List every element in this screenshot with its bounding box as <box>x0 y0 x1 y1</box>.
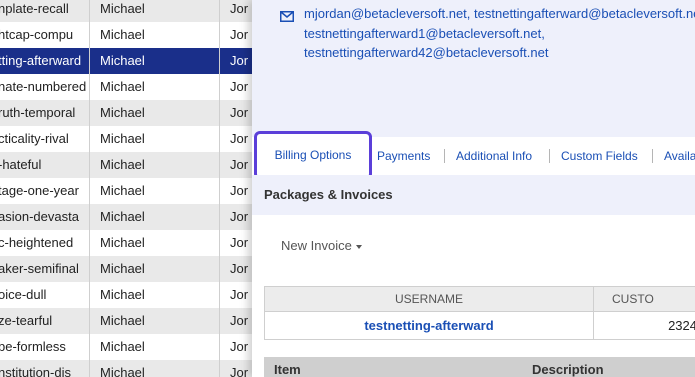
last-name-cell: Jor <box>230 183 249 198</box>
first-name-cell: Michael <box>100 365 145 377</box>
email-separator: , <box>466 6 471 21</box>
last-name-cell: Jor <box>230 287 249 302</box>
email-line: testnettingafterward1@betacleversoft.net… <box>304 26 545 41</box>
caret-down-icon <box>355 244 362 249</box>
tab-additional-info[interactable]: Additional Info <box>456 137 532 175</box>
username-link[interactable]: testnetting-afterward <box>265 312 593 339</box>
email-link[interactable]: testnettingafterward@betacleversoft.net <box>474 6 695 21</box>
tab-divider <box>444 149 445 163</box>
tab-availability[interactable]: Availab <box>664 137 695 175</box>
items-table-header: Item Description <box>264 357 695 377</box>
column-header-item: Item <box>274 362 301 377</box>
customer-list: nstitution-dis Michael Jor be-formless Micha… <box>0 0 252 377</box>
first-name-cell: Michael <box>100 209 145 224</box>
customer-username-cell: nplate-recall <box>0 1 69 16</box>
last-name-cell: Jor <box>230 313 249 328</box>
first-name-cell: Michael <box>100 131 145 146</box>
tab-billing-options[interactable]: Billing Options <box>254 131 372 180</box>
email-separator: , <box>541 26 545 41</box>
column-header-description: Description <box>532 362 604 377</box>
customer-id-cell: 2324 <box>593 312 695 339</box>
email-link[interactable]: mjordan@betacleversoft.net <box>304 6 467 21</box>
customer-username-cell: tage-one-year <box>0 183 79 198</box>
first-name-cell: Michael <box>100 53 145 68</box>
packages-table: USERNAME CUSTO testnetting-afterward 232… <box>264 286 695 340</box>
customer-username-cell: be-formless <box>0 339 66 354</box>
table-row[interactable]: aker-semifinal Michael Jor <box>0 256 252 282</box>
first-name-cell: Michael <box>100 287 145 302</box>
last-name-cell: Jor <box>230 131 249 146</box>
tab-billing-options-label: Billing Options <box>274 148 352 162</box>
customer-username-cell: tting-afterward <box>0 53 82 68</box>
table-row[interactable]: be-formless Michael Jor <box>0 334 252 360</box>
last-name-cell: Jor <box>230 79 249 94</box>
first-name-cell: Michael <box>100 261 145 276</box>
table-row: testnetting-afterward 2324 <box>264 312 695 340</box>
mail-icon <box>280 9 294 22</box>
column-header-customer: CUSTO <box>593 287 695 311</box>
table-row[interactable]: tting-afterward Michael Jor <box>0 48 252 74</box>
table-row[interactable]: ruth-temporal Michael Jor <box>0 100 252 126</box>
customer-username-cell: cticality-rival <box>0 131 69 146</box>
section-title: Packages & Invoices <box>264 187 393 202</box>
table-row[interactable]: asion-devasta Michael Jor <box>0 204 252 230</box>
last-name-cell: Jor <box>230 209 249 224</box>
last-name-cell: Jor <box>230 157 249 172</box>
customer-username-cell: ruth-temporal <box>0 105 76 120</box>
table-header: USERNAME CUSTO <box>264 286 695 312</box>
customer-detail-panel: mjordan@betacleversoft.net, testnettinga… <box>252 0 695 377</box>
email-line: mjordan@betacleversoft.net, testnettinga… <box>304 6 695 21</box>
first-name-cell: Michael <box>100 1 145 16</box>
customer-username-cell: oice-dull <box>0 287 47 302</box>
table-row[interactable]: htcap-compu Michael Jor <box>0 22 252 48</box>
first-name-cell: Michael <box>100 27 145 42</box>
first-name-cell: Michael <box>100 183 145 198</box>
email-link[interactable]: testnettingafterward1@betacleversoft.net <box>304 26 541 41</box>
table-row[interactable]: tage-one-year Michael Jor <box>0 178 252 204</box>
last-name-cell: Jor <box>230 261 249 276</box>
customer-username-cell: asion-devasta <box>0 209 79 224</box>
first-name-cell: Michael <box>100 313 145 328</box>
table-row[interactable]: ze-tearful Michael Jor <box>0 308 252 334</box>
last-name-cell: Jor <box>230 235 249 250</box>
customer-username-cell: c-heightened <box>0 235 74 250</box>
tab-payments[interactable]: Payments <box>377 137 430 175</box>
table-row[interactable]: nstitution-dis Michael Jor <box>0 360 252 377</box>
last-name-cell: Jor <box>230 365 249 377</box>
customer-username-cell: aker-semifinal <box>0 261 79 276</box>
table-row[interactable]: nplate-recall Michael Jor <box>0 0 252 22</box>
table-row[interactable]: oice-dull Michael Jor <box>0 282 252 308</box>
packages-section-header: Packages & Invoices <box>252 175 695 215</box>
table-row[interactable]: c-heightened Michael Jor <box>0 230 252 256</box>
new-invoice-dropdown[interactable]: New Invoice <box>281 238 362 253</box>
column-divider <box>89 0 90 377</box>
tab-custom-fields[interactable]: Custom Fields <box>561 137 638 175</box>
column-divider <box>219 0 220 377</box>
customer-username-cell: htcap-compu <box>0 27 74 42</box>
last-name-cell: Jor <box>230 1 249 16</box>
customer-username-cell: nstitution-dis <box>0 365 71 377</box>
customer-username-cell: -hateful <box>0 157 42 172</box>
tab-divider <box>652 149 653 163</box>
first-name-cell: Michael <box>100 79 145 94</box>
table-row[interactable]: -hateful Michael Jor <box>0 152 252 178</box>
column-header-username: USERNAME <box>394 292 463 306</box>
first-name-cell: Michael <box>100 235 145 250</box>
first-name-cell: Michael <box>100 157 145 172</box>
customer-username-cell: nate-numbered <box>0 79 87 94</box>
table-row[interactable]: cticality-rival Michael Jor <box>0 126 252 152</box>
email-link[interactable]: testnettingafterward42@betacleversoft.ne… <box>304 45 548 60</box>
new-invoice-label: New Invoice <box>281 238 352 253</box>
table-row[interactable]: nate-numbered Michael Jor <box>0 74 252 100</box>
last-name-cell: Jor <box>230 27 249 42</box>
contact-info: mjordan@betacleversoft.net, testnettinga… <box>252 0 695 137</box>
first-name-cell: Michael <box>100 339 145 354</box>
tab-divider <box>549 149 550 163</box>
last-name-cell: Jor <box>230 53 249 68</box>
last-name-cell: Jor <box>230 339 249 354</box>
last-name-cell: Jor <box>230 105 249 120</box>
email-line: testnettingafterward42@betacleversoft.ne… <box>304 45 548 60</box>
customer-username-cell: ze-tearful <box>0 313 53 328</box>
first-name-cell: Michael <box>100 105 145 120</box>
